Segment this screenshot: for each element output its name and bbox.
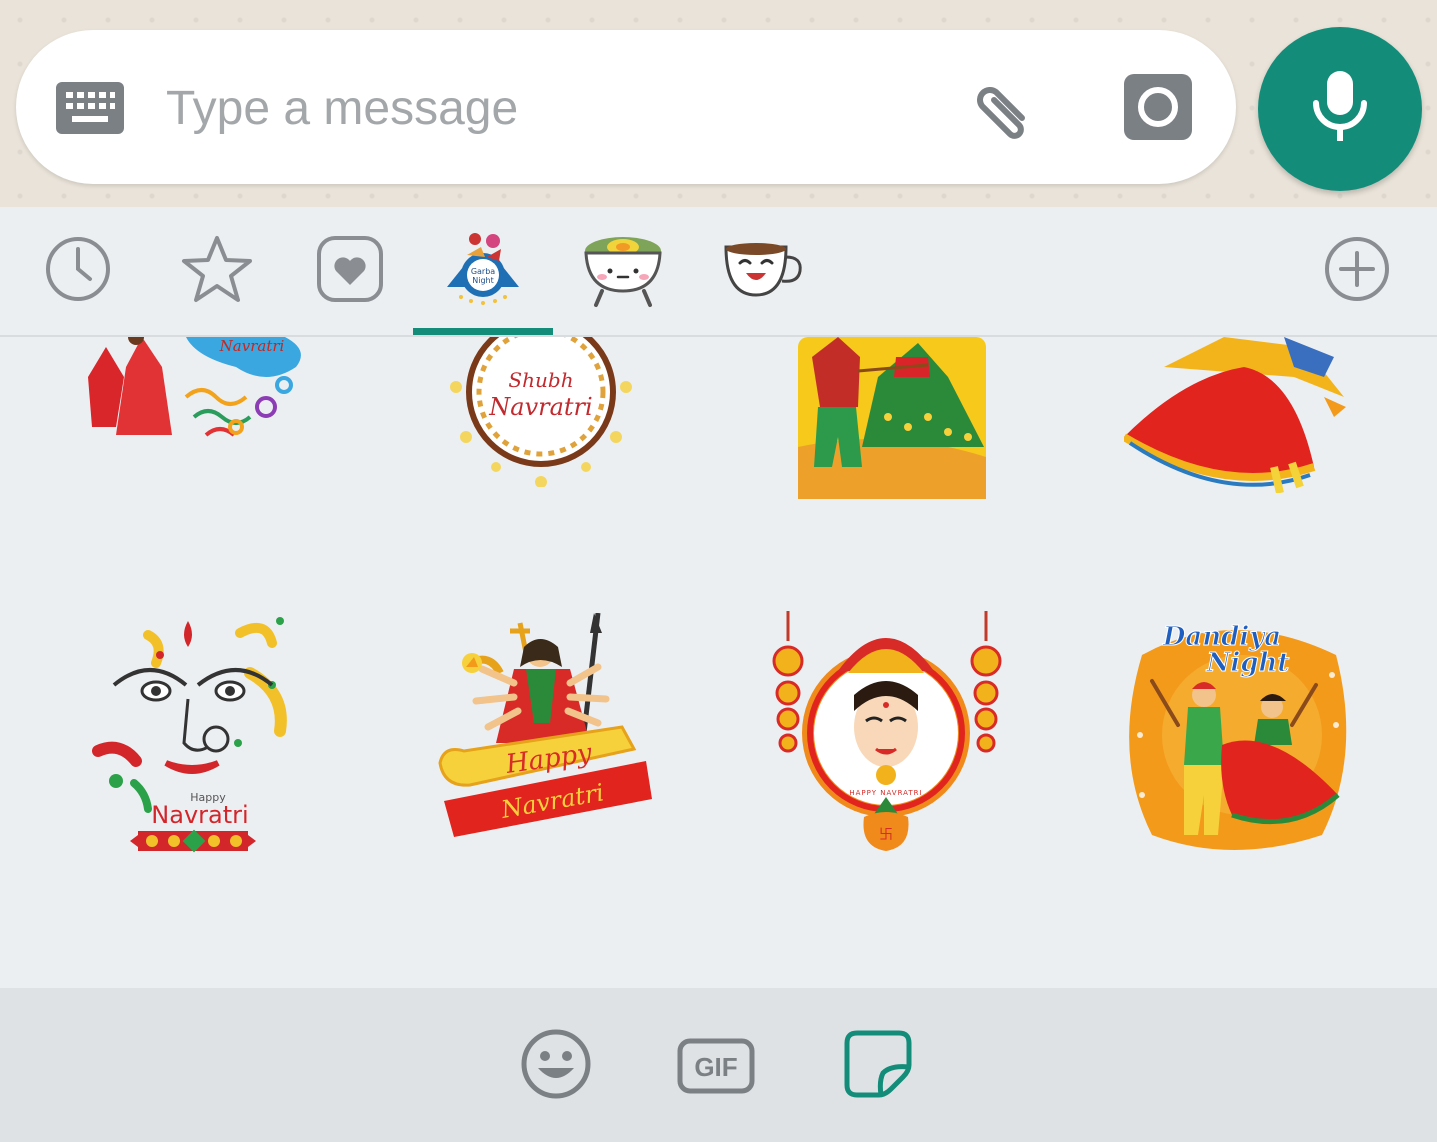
tab-garba-night-pack[interactable]: Garba Night bbox=[413, 207, 553, 335]
microphone-icon bbox=[1310, 69, 1370, 150]
tab-liked[interactable] bbox=[280, 207, 420, 335]
coffee-cup-sticker-pack-icon bbox=[720, 237, 806, 306]
sticker-grid: Navratri Shubh Navratri Happy Navratri H… bbox=[0, 337, 1437, 987]
sticker-durga-happy-navratri[interactable]: Happy Navratri bbox=[430, 612, 652, 843]
tab-favorites[interactable] bbox=[147, 207, 287, 335]
star-icon bbox=[181, 234, 253, 309]
voice-record-button[interactable] bbox=[1258, 27, 1422, 191]
svg-text:卐: 卐 bbox=[879, 827, 893, 843]
svg-text:Night: Night bbox=[1206, 648, 1290, 678]
svg-text:Night: Night bbox=[472, 276, 494, 285]
tab-cuppy-pack[interactable] bbox=[693, 207, 833, 335]
emoji-gif-sticker-switcher: GIF bbox=[0, 988, 1437, 1142]
tab-stickers[interactable] bbox=[838, 1026, 918, 1106]
paperclip-icon[interactable] bbox=[964, 70, 1044, 155]
smiley-icon bbox=[520, 1028, 592, 1105]
gif-badge: GIF bbox=[677, 1038, 755, 1094]
sticker-dandiya-night[interactable]: Dandiya Night bbox=[1122, 615, 1354, 855]
gif-label: GIF bbox=[694, 1052, 737, 1082]
svg-text:Shubh: Shubh bbox=[508, 368, 573, 392]
svg-text:Garba: Garba bbox=[471, 267, 495, 276]
sticker-dandiya-couple[interactable] bbox=[798, 337, 986, 499]
message-composer bbox=[16, 30, 1236, 184]
tab-gif[interactable]: GIF bbox=[676, 1026, 756, 1106]
sticker-garba-dancer[interactable] bbox=[1121, 337, 1348, 494]
garba-sticker-pack-icon: Garba Night bbox=[441, 227, 525, 316]
clock-icon bbox=[44, 235, 112, 308]
sticker-navratri-dancers[interactable]: Navratri bbox=[76, 337, 312, 447]
sticker-shubh-navratri[interactable]: Shubh Navratri bbox=[436, 337, 646, 488]
svg-text:Navratri: Navratri bbox=[219, 337, 285, 355]
svg-text:Navratri: Navratri bbox=[488, 393, 592, 421]
sticker-happy-navratri-face[interactable]: Happy Navratri bbox=[90, 613, 296, 859]
message-input[interactable] bbox=[164, 72, 928, 144]
keyboard-icon[interactable] bbox=[56, 82, 124, 139]
sticker-icon bbox=[843, 1029, 913, 1104]
sticker-next-row-peek[interactable] bbox=[156, 983, 282, 987]
tab-recent[interactable] bbox=[8, 207, 148, 335]
plus-icon bbox=[1323, 235, 1391, 308]
camera-icon[interactable] bbox=[1122, 72, 1194, 147]
svg-text:HAPPY NAVRATRI: HAPPY NAVRATRI bbox=[849, 789, 922, 797]
tab-emoji[interactable] bbox=[516, 1026, 596, 1106]
food-bowl-sticker-pack-icon bbox=[580, 229, 666, 314]
selected-tab-indicator bbox=[413, 328, 553, 335]
svg-text:Navratri: Navratri bbox=[151, 801, 248, 829]
sticker-pack-bar: Garba Night bbox=[0, 207, 1437, 337]
tab-add-pack[interactable] bbox=[1287, 207, 1427, 335]
sticker-durga-face[interactable]: HAPPY NAVRATRI 卐 bbox=[768, 611, 1006, 855]
tab-food-pack[interactable] bbox=[553, 207, 693, 335]
heart-icon bbox=[316, 235, 384, 308]
